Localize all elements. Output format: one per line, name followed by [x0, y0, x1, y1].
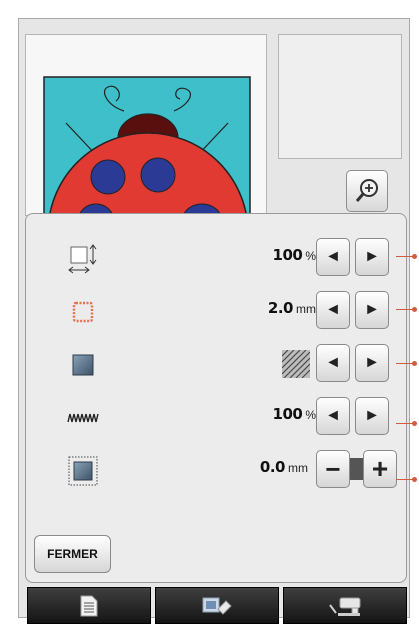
- size-increase-button[interactable]: ►: [355, 238, 389, 276]
- outline-width-decrease-button[interactable]: ◄: [316, 291, 350, 329]
- setting-row-outline-width: 2.0 mm ◄ ►: [26, 289, 408, 333]
- settings-panel: 100% ◄ ► 2.0 mm ◄ ► ◄ ► 100 % ◄ ► 0.0 mm…: [25, 213, 407, 583]
- density-increase-button[interactable]: ►: [355, 397, 389, 435]
- design-preview[interactable]: [25, 34, 267, 216]
- setting-row-offset: 0.0 mm − +: [26, 448, 408, 492]
- magnifier-plus-icon: [355, 179, 378, 202]
- setting-row-fill-pattern: ◄ ►: [26, 342, 408, 386]
- callout-line-5: [396, 477, 417, 482]
- outline-width-value: 2.0 mm: [267, 299, 316, 317]
- stitch-density-icon: [66, 401, 100, 435]
- setting-row-size: 100% ◄ ►: [26, 236, 408, 280]
- density-value: 100%: [272, 405, 316, 423]
- callout-line-1: [396, 254, 417, 259]
- callout-line-3: [396, 361, 417, 366]
- zoom-button[interactable]: [346, 170, 388, 212]
- offset-minus-button[interactable]: −: [316, 450, 350, 488]
- callout-line-4: [396, 421, 417, 426]
- offset-plus-button[interactable]: +: [363, 450, 397, 488]
- tab-document[interactable]: [27, 587, 151, 624]
- tab-edit[interactable]: [155, 587, 279, 624]
- outline-width-increase-button[interactable]: ►: [355, 291, 389, 329]
- resize-icon: [66, 242, 100, 276]
- sewing-machine-icon: [329, 597, 361, 616]
- fill-pattern-icon: [66, 348, 100, 382]
- density-decrease-button[interactable]: ◄: [316, 397, 350, 435]
- offset-slider-knob: [350, 458, 363, 480]
- ladybug-design-image: [43, 76, 251, 215]
- hatch-pattern-preview: [281, 349, 311, 379]
- eraser-icon: [202, 597, 232, 615]
- tab-sewing[interactable]: [283, 587, 407, 624]
- fill-pattern-previous-button[interactable]: ◄: [316, 344, 350, 382]
- size-value: 100%: [272, 246, 316, 264]
- document-icon: [80, 595, 98, 616]
- thumbnail-preview: [278, 34, 402, 159]
- setting-row-density: 100% ◄ ►: [26, 395, 408, 439]
- bottom-toolbar: [27, 587, 407, 624]
- close-button[interactable]: FERMER: [34, 535, 111, 573]
- fill-pattern-next-button[interactable]: ►: [355, 344, 389, 382]
- outline-width-icon: [66, 295, 100, 329]
- size-decrease-button[interactable]: ◄: [316, 238, 350, 276]
- offset-outline-icon: [66, 454, 100, 488]
- callout-line-2: [396, 307, 417, 312]
- offset-value: 0.0 mm: [259, 458, 308, 476]
